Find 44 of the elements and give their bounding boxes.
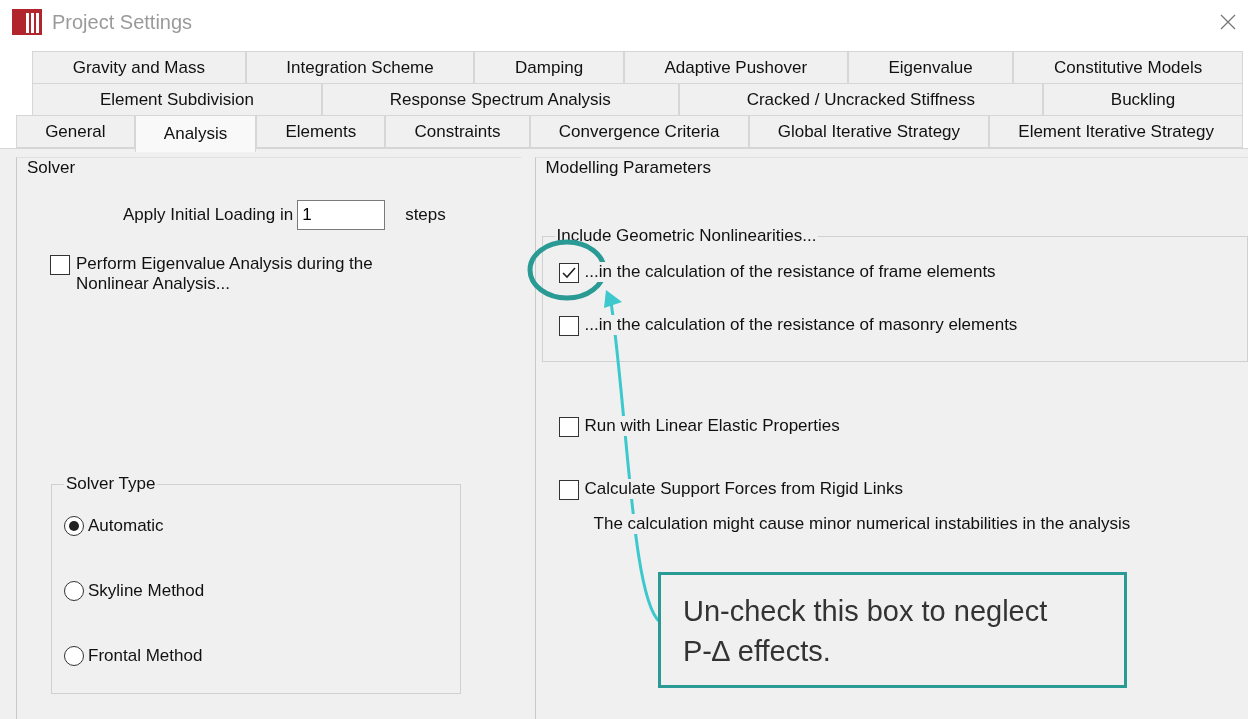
steps-field[interactable]: 1 <box>297 200 386 230</box>
tab[interactable]: Cracked / Uncracked Stiffness <box>678 83 1043 116</box>
tab[interactable]: Constitutive Models <box>1013 51 1243 84</box>
note-text: The calculation might cause minor numerical instabilities in the analysis <box>593 514 1131 534</box>
checkbox[interactable] <box>558 417 579 437</box>
checkbox[interactable] <box>558 263 579 283</box>
group-title: Solver Type <box>64 474 158 494</box>
radio-button[interactable] <box>64 581 84 601</box>
radio-button[interactable] <box>64 516 84 536</box>
tab[interactable]: Eigenvalue <box>847 51 1014 84</box>
unit-label: steps <box>405 205 446 225</box>
tab[interactable]: Global Iterative Strategy <box>748 115 990 148</box>
checkbox-label: ...in the calculation of the resistance of masonry elements <box>584 315 1018 335</box>
section-title: Solver <box>27 158 77 178</box>
checkbox-label: Perform Eigenvalue Analysis during the Nonlinear Analysis... <box>76 254 374 294</box>
tab[interactable]: Elements <box>256 115 386 148</box>
tab[interactable]: Convergence Criteria <box>529 115 749 148</box>
checkbox-label: ...in the calculation of the resistance of frame elements <box>584 262 996 282</box>
checkbox[interactable] <box>558 316 579 336</box>
tab[interactable]: Buckling <box>1042 83 1243 116</box>
radio-button[interactable] <box>64 646 84 666</box>
section-title: Modelling Parameters <box>545 158 712 178</box>
checkbox[interactable] <box>558 480 579 500</box>
close-icon[interactable] <box>1220 14 1236 30</box>
tab[interactable]: Element Subdivision <box>32 83 322 116</box>
tab[interactable]: Constraints <box>385 115 530 148</box>
tab[interactable]: Gravity and Mass <box>32 51 246 84</box>
checkbox[interactable] <box>50 255 70 275</box>
field-label: Apply Initial Loading in <box>123 205 294 225</box>
tab[interactable]: Adaptive Pushover <box>623 51 848 84</box>
window-title: Project Settings <box>52 10 194 34</box>
radio-label: Automatic <box>88 516 164 536</box>
tab[interactable]: Response Spectrum Analysis <box>321 83 679 116</box>
radio-label: Frontal Method <box>88 646 203 666</box>
tab[interactable]: Damping <box>474 51 624 84</box>
tab[interactable]: Element Iterative Strategy <box>989 115 1243 148</box>
app-logo-icon <box>12 9 42 35</box>
checkbox-label: Run with Linear Elastic Properties <box>584 416 840 436</box>
checkbox-label: Calculate Support Forces from Rigid Links <box>584 479 903 499</box>
radio-label: Skyline Method <box>88 581 205 601</box>
callout-text: Un-check this box to neglect P-∆ effects. <box>683 594 1049 669</box>
tab[interactable]: Integration Scheme <box>245 51 475 84</box>
tab[interactable]: Analysis <box>134 115 257 152</box>
tab[interactable]: General <box>16 115 135 148</box>
